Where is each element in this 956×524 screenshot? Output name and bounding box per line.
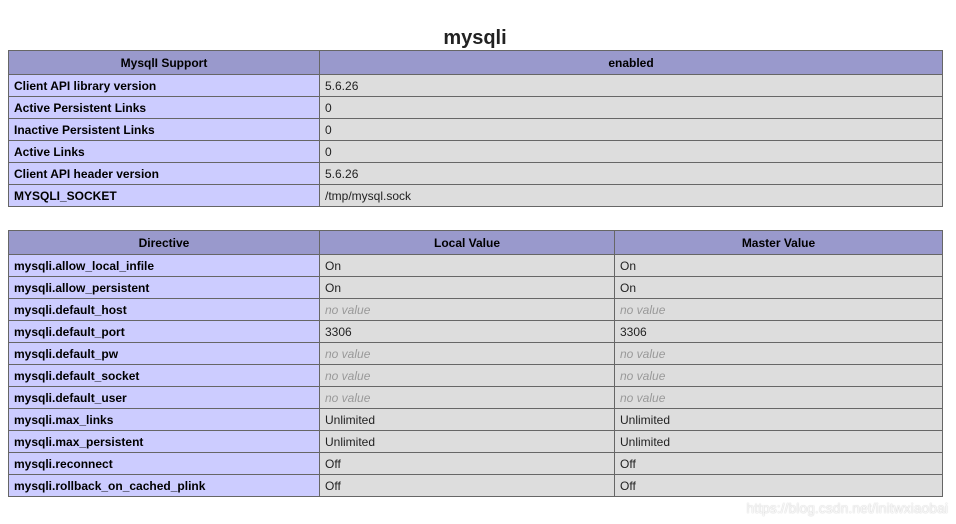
directive-master-value: no value — [614, 364, 943, 387]
directive-local-value: no value — [319, 364, 615, 387]
directive-row-reconnect: mysqli.reconnect Off Off — [8, 452, 943, 475]
support-row-label: Client API header version — [8, 162, 320, 185]
support-row-value: /tmp/mysql.sock — [319, 184, 943, 207]
support-row-label: Inactive Persistent Links — [8, 118, 320, 141]
directive-name: mysqli.default_host — [8, 298, 320, 321]
support-row-active-persistent-links: Active Persistent Links 0 — [8, 96, 943, 119]
support-row-label: Client API library version — [8, 74, 320, 97]
directive-row-max-links: mysqli.max_links Unlimited Unlimited — [8, 408, 943, 431]
directive-master-value: no value — [614, 342, 943, 365]
directive-row-allow-local-infile: mysqli.allow_local_infile On On — [8, 254, 943, 277]
directive-name: mysqli.default_pw — [8, 342, 320, 365]
directive-local-value: Unlimited — [319, 430, 615, 453]
support-row-client-api-library-version: Client API library version 5.6.26 — [8, 74, 943, 97]
directive-row-rollback-on-cached-plink: mysqli.rollback_on_cached_plink Off Off — [8, 474, 943, 497]
module-title: mysqli — [443, 26, 507, 49]
support-header-row: MysqlI Support enabled — [8, 50, 943, 75]
support-row-label: MYSQLI_SOCKET — [8, 184, 320, 207]
directive-name: mysqli.rollback_on_cached_plink — [8, 474, 320, 497]
directive-master-value: Off — [614, 474, 943, 497]
watermark-text: https://blog.csdn.net/initwxiaobai — [746, 500, 948, 516]
directive-header-name: Directive — [8, 230, 320, 255]
support-row-inactive-persistent-links: Inactive Persistent Links 0 — [8, 118, 943, 141]
directive-local-value: no value — [319, 386, 615, 409]
directive-master-value: On — [614, 276, 943, 299]
support-row-label: Active Persistent Links — [8, 96, 320, 119]
directive-name: mysqli.default_socket — [8, 364, 320, 387]
directive-local-value: Unlimited — [319, 408, 615, 431]
directive-name: mysqli.max_persistent — [8, 430, 320, 453]
support-row-label: Active Links — [8, 140, 320, 163]
directive-local-value: Off — [319, 474, 615, 497]
directive-local-value: Off — [319, 452, 615, 475]
directive-table: Directive Local Value Master Value mysql… — [8, 230, 943, 497]
support-header-label: MysqlI Support — [8, 50, 320, 75]
support-row-client-api-header-version: Client API header version 5.6.26 — [8, 162, 943, 185]
directive-master-value: 3306 — [614, 320, 943, 343]
directive-master-value: no value — [614, 298, 943, 321]
directive-local-value: 3306 — [319, 320, 615, 343]
directive-local-value: On — [319, 254, 615, 277]
directive-name: mysqli.allow_persistent — [8, 276, 320, 299]
directive-header-master: Master Value — [614, 230, 943, 255]
support-row-mysqli-socket: MYSQLI_SOCKET /tmp/mysql.sock — [8, 184, 943, 207]
directive-local-value: no value — [319, 298, 615, 321]
directive-row-default-user: mysqli.default_user no value no value — [8, 386, 943, 409]
directive-local-value: On — [319, 276, 615, 299]
directive-row-max-persistent: mysqli.max_persistent Unlimited Unlimite… — [8, 430, 943, 453]
directive-row-default-port: mysqli.default_port 3306 3306 — [8, 320, 943, 343]
directive-row-default-pw: mysqli.default_pw no value no value — [8, 342, 943, 365]
directive-local-value: no value — [319, 342, 615, 365]
support-row-value: 0 — [319, 118, 943, 141]
directive-master-value: Unlimited — [614, 408, 943, 431]
support-row-value: 5.6.26 — [319, 74, 943, 97]
support-header-status: enabled — [319, 50, 943, 75]
support-table: MysqlI Support enabled Client API librar… — [8, 50, 943, 207]
directive-name: mysqli.default_port — [8, 320, 320, 343]
directive-name: mysqli.reconnect — [8, 452, 320, 475]
directive-master-value: Off — [614, 452, 943, 475]
directive-header-row: Directive Local Value Master Value — [8, 230, 943, 255]
support-row-value: 0 — [319, 96, 943, 119]
directive-master-value: no value — [614, 386, 943, 409]
directive-row-default-socket: mysqli.default_socket no value no value — [8, 364, 943, 387]
directive-header-local: Local Value — [319, 230, 615, 255]
directive-master-value: On — [614, 254, 943, 277]
directive-name: mysqli.default_user — [8, 386, 320, 409]
support-row-active-links: Active Links 0 — [8, 140, 943, 163]
directive-row-allow-persistent: mysqli.allow_persistent On On — [8, 276, 943, 299]
directive-row-default-host: mysqli.default_host no value no value — [8, 298, 943, 321]
support-row-value: 5.6.26 — [319, 162, 943, 185]
directive-name: mysqli.allow_local_infile — [8, 254, 320, 277]
directive-name: mysqli.max_links — [8, 408, 320, 431]
directive-master-value: Unlimited — [614, 430, 943, 453]
support-row-value: 0 — [319, 140, 943, 163]
